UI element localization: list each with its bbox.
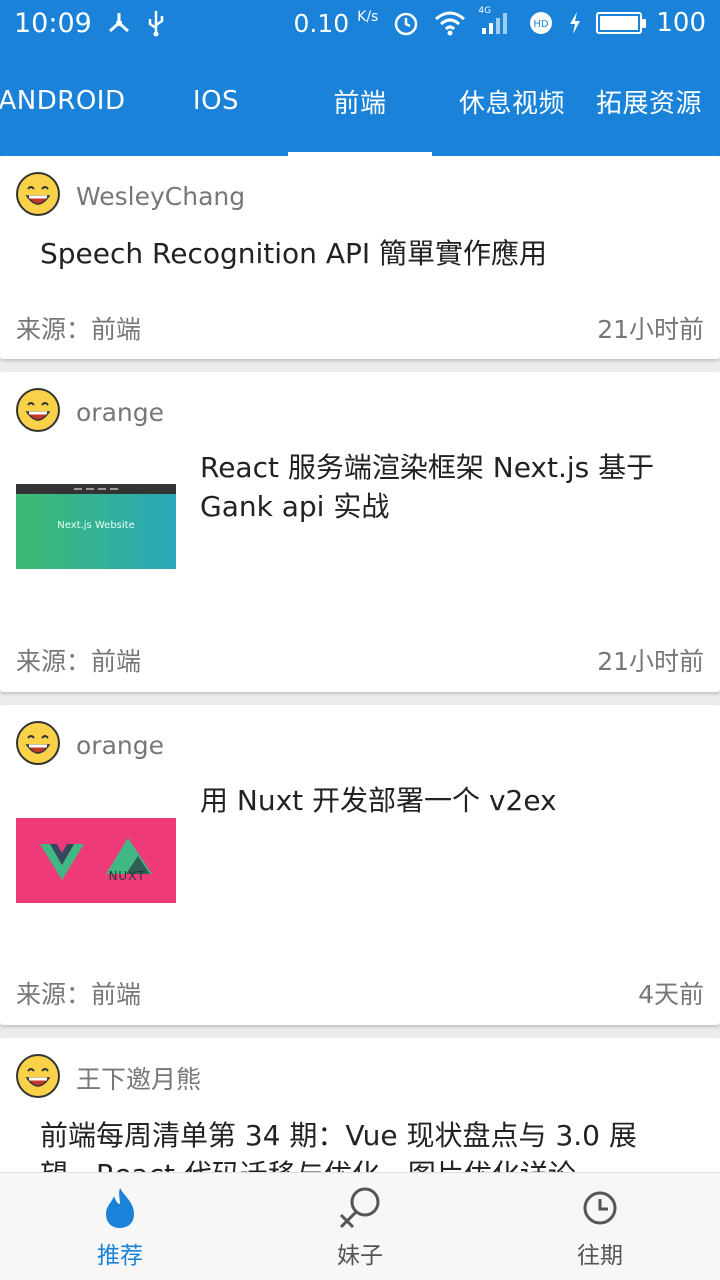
author-name: orange xyxy=(76,730,164,760)
tab-frontend[interactable]: 前端 xyxy=(288,46,432,156)
bottom-nav: 推荐 妹子 往期 xyxy=(0,1172,720,1280)
signal-icon: 4G xyxy=(478,6,514,36)
author-name: orange xyxy=(76,397,164,427)
nav-girls-label: 妹子 xyxy=(337,1242,383,1269)
status-time: 10:09 xyxy=(14,7,92,39)
card-footer: 来源：前端 21小时前 xyxy=(16,642,704,678)
tab-android[interactable]: ANDROID xyxy=(0,46,134,156)
feed-list[interactable]: WesleyChang Speech Recognition API 簡單實作應… xyxy=(0,156,720,1172)
avatar xyxy=(16,172,60,220)
female-icon xyxy=(337,1184,383,1232)
article-source: 来源：前端 xyxy=(16,315,142,344)
article-time: 4天前 xyxy=(638,980,704,1009)
battery-icon xyxy=(596,12,647,34)
net-speed-unit: K/s xyxy=(357,8,379,25)
svg-text:HD: HD xyxy=(534,19,550,30)
author-name: WesleyChang xyxy=(76,181,246,211)
feed-card[interactable]: orange NUXT 用 Nuxt 开发部署一个 v2ex 来源：前端 4天前 xyxy=(0,705,720,1025)
card-footer: 来源：前端 4天前 xyxy=(16,975,704,1011)
article-title[interactable]: 前端每周清单第 34 期：Vue 现状盘点与 3.0 展望，React 代码迁移… xyxy=(40,1116,680,1172)
charging-icon xyxy=(568,11,582,35)
card-header: orange xyxy=(16,388,164,436)
hd-icon: HD xyxy=(528,10,554,36)
tab-rest-video[interactable]: 休息视频 xyxy=(440,46,584,156)
article-title[interactable]: React 服务端渲染框架 Next.js 基于 Gank api 实战 xyxy=(200,448,700,526)
net-speed-value: 0.10 xyxy=(293,8,350,38)
article-title[interactable]: 用 Nuxt 开发部署一个 v2ex xyxy=(200,781,700,820)
avatar xyxy=(16,388,60,436)
author-name: 王下邀月熊 xyxy=(76,1065,202,1094)
vue-nuxt-logo xyxy=(40,838,152,880)
wifi-icon xyxy=(434,10,466,36)
article-time: 21小时前 xyxy=(597,647,704,676)
battery-level: 100 xyxy=(656,8,706,38)
article-thumbnail[interactable]: NUXT xyxy=(16,818,176,903)
article-source: 来源：前端 xyxy=(16,980,142,1009)
alarm-icon xyxy=(392,9,420,37)
flame-icon xyxy=(102,1184,138,1232)
feed-card[interactable]: 王下邀月熊 前端每周清单第 34 期：Vue 现状盘点与 3.0 展望，Reac… xyxy=(0,1038,720,1172)
nav-recommend[interactable]: 推荐 xyxy=(0,1173,240,1280)
clock-icon xyxy=(582,1184,618,1232)
tab-extended-resources[interactable]: 拓展资源 xyxy=(596,46,720,156)
feed-card[interactable]: WesleyChang Speech Recognition API 簡單實作應… xyxy=(0,156,720,359)
thumbnail-caption: NUXT xyxy=(108,869,146,883)
nav-history-label: 往期 xyxy=(577,1242,623,1269)
article-title[interactable]: Speech Recognition API 簡單實作應用 xyxy=(40,234,700,273)
card-header: 王下邀月熊 xyxy=(16,1054,201,1102)
status-bar: 10:09 0.10 K/s 4G HD 100 xyxy=(0,0,720,46)
avatar xyxy=(16,721,60,769)
tab-ios[interactable]: IOS xyxy=(144,46,288,156)
network-type-label: 4G xyxy=(478,6,492,16)
usb-debug-icon xyxy=(106,10,132,36)
nav-history[interactable]: 往期 xyxy=(480,1173,720,1280)
avatar xyxy=(16,1054,60,1102)
usb-icon xyxy=(146,9,166,37)
article-source: 来源：前端 xyxy=(16,647,142,676)
article-thumbnail[interactable]: Next.js Website xyxy=(16,484,176,569)
feed-card[interactable]: orange Next.js Website React 服务端渲染框架 Nex… xyxy=(0,372,720,692)
card-footer: 来源：前端 21小时前 xyxy=(16,310,704,346)
thumbnail-nav xyxy=(16,484,176,494)
card-header: orange xyxy=(16,721,164,769)
nav-recommend-label: 推荐 xyxy=(97,1242,143,1269)
thumbnail-caption: Next.js Website xyxy=(57,520,135,531)
net-speed: 0.10 K/s xyxy=(294,9,379,38)
card-header: WesleyChang xyxy=(16,172,245,220)
category-tab-bar: ANDROID IOS 前端 休息视频 拓展资源 xyxy=(0,46,720,156)
nav-girls[interactable]: 妹子 xyxy=(240,1173,480,1280)
article-time: 21小时前 xyxy=(597,315,704,344)
